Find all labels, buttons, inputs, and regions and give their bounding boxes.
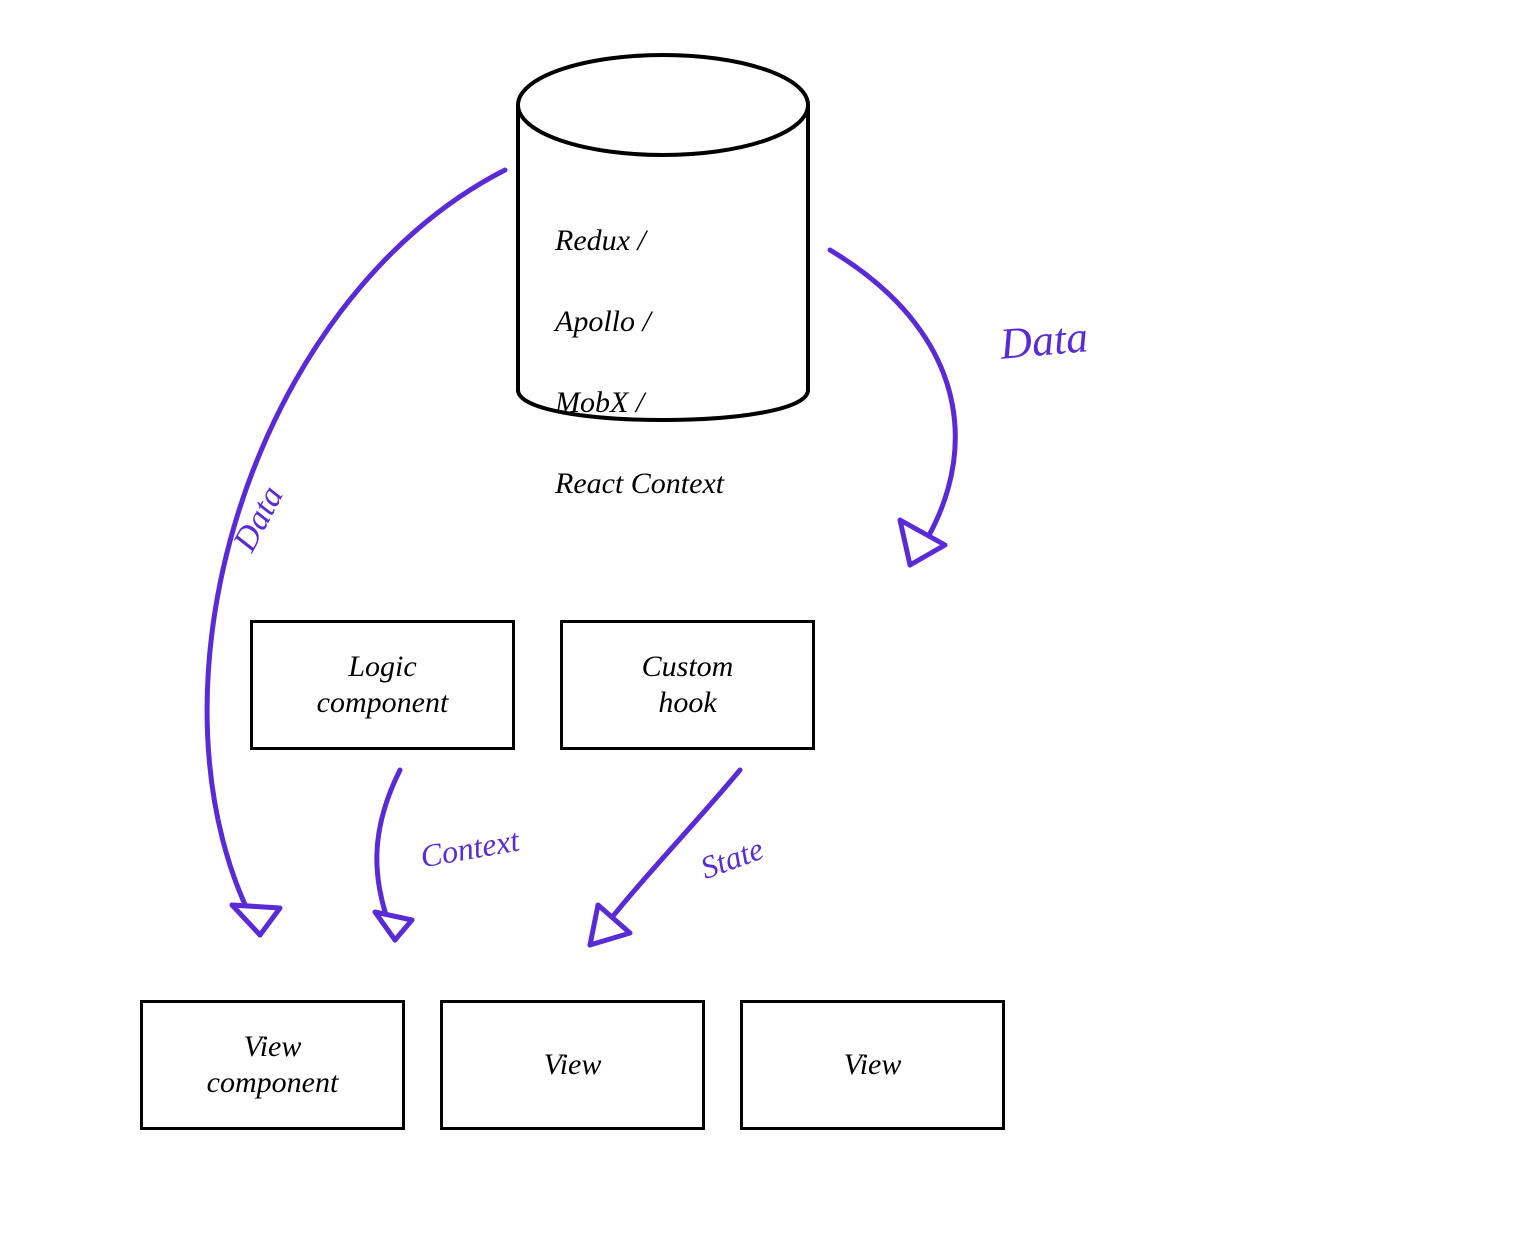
diagram-canvas: Redux / Apollo / MobX / React Context Lo… [0,0,1536,1238]
node-view-2: View [740,1000,1005,1130]
data-store-line-4: React Context [555,464,785,505]
edge-label-data-left: Data [226,480,291,558]
arrow-context [375,770,412,940]
node-view-2-label: View [844,1047,902,1083]
node-view-1: View [440,1000,705,1130]
edge-label-context: Context [418,822,522,876]
arrow-data-right [830,250,955,565]
edge-label-data-right: Data [998,311,1090,369]
edge-label-state: State [696,830,769,887]
data-store-line-1: Redux / [555,221,785,262]
node-custom-hook: Custom hook [560,620,815,750]
node-logic-component-label: Logic component [317,649,449,721]
data-store-line-3: MobX / [555,383,785,424]
node-custom-hook-label: Custom hook [642,649,734,721]
node-view-component: View component [140,1000,405,1130]
data-store-label: Redux / Apollo / MobX / React Context [555,180,785,545]
data-store-line-2: Apollo / [555,302,785,343]
node-view-component-label: View component [207,1029,339,1101]
node-view-1-label: View [544,1047,602,1083]
node-logic-component: Logic component [250,620,515,750]
